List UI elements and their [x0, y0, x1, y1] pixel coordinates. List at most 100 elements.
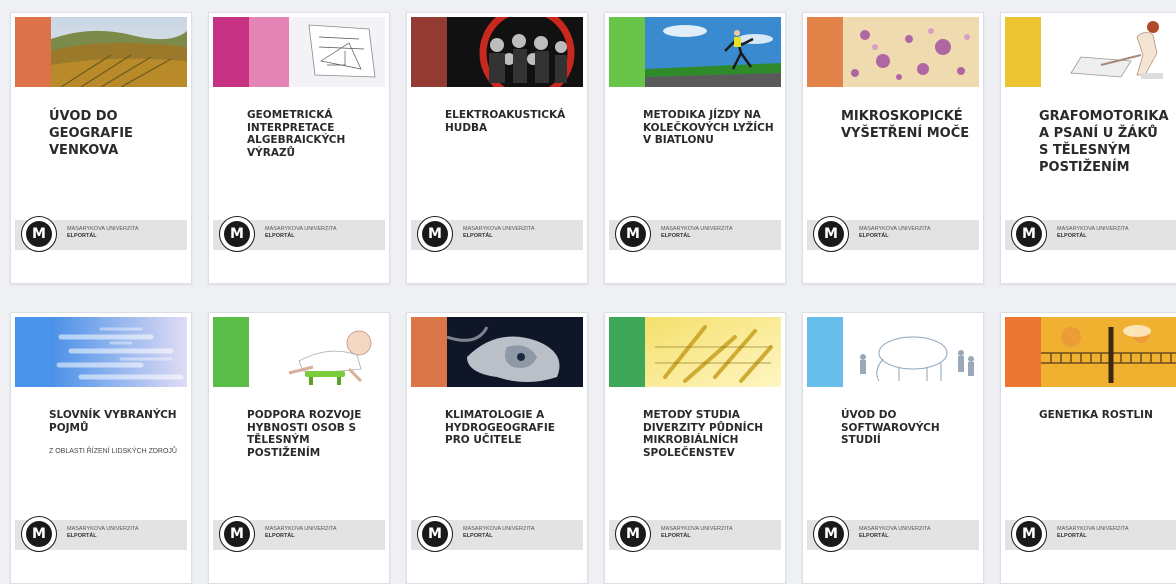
publication-card[interactable]: Metodika jízdy na kolečkových lyžích v b… [604, 12, 786, 284]
cover-color-stripe [807, 317, 843, 387]
university-name: Masarykova univerzita [1057, 526, 1129, 532]
cover-banner [609, 17, 781, 87]
university-name: Masarykova univerzita [1057, 226, 1129, 232]
university-logo: M [417, 516, 453, 552]
publication-title: Úvod do softwarových studií [841, 409, 940, 447]
cover-image [447, 317, 583, 387]
university-logo: M [813, 516, 849, 552]
university-name: Masarykova univerzita [661, 526, 733, 532]
cover-image [51, 17, 187, 87]
university-name: Masarykova univerzita [463, 226, 535, 232]
university-logo: M [615, 516, 651, 552]
cover-banner [1005, 317, 1176, 387]
cover-banner [807, 317, 979, 387]
university-logo: M [21, 516, 57, 552]
logo-glyph: M [422, 521, 448, 547]
cover-footer: M Masarykova univerzita Elportál [807, 516, 979, 552]
university-name: Masarykova univerzita [661, 226, 733, 232]
publisher-label: Masarykova univerzita Elportál [67, 526, 139, 541]
cover-image [51, 317, 187, 387]
publication-card[interactable]: Metody studia diverzity půdních mikrobiá… [604, 312, 786, 584]
cover-image [249, 17, 385, 87]
logo-glyph: M [818, 521, 844, 547]
university-name: Masarykova univerzita [265, 526, 337, 532]
publisher-label: Masarykova univerzita Elportál [1057, 226, 1129, 241]
cover-banner [213, 17, 385, 87]
cover-footer: M Masarykova univerzita Elportál [1005, 216, 1176, 252]
publication-title: Klimatologie a hydrogeografie pro učitel… [445, 409, 555, 447]
publication-card[interactable]: Genetika rostlin M Masarykova univerzita… [1000, 312, 1176, 584]
publication-title: Slovník vybraných pojmů [49, 409, 177, 434]
cover-color-stripe [213, 317, 249, 387]
cover-banner [807, 17, 979, 87]
cover-image [843, 17, 979, 87]
publication-title: Metodika jízdy na kolečkových lyžích v b… [643, 109, 774, 147]
cover-footer: M Masarykova univerzita Elportál [609, 216, 781, 252]
publication-title: Úvod do geografie venkova [49, 109, 133, 158]
cover-image [1041, 17, 1176, 87]
cover-banner [213, 317, 385, 387]
publication-title: Elektroakustická hudba [445, 109, 566, 134]
publication-card[interactable]: Slovník vybraných pojmů z oblasti řízení… [10, 312, 192, 584]
cover-image [645, 317, 781, 387]
portal-name: Elportál [1057, 233, 1087, 240]
university-logo: M [219, 216, 255, 252]
logo-glyph: M [818, 221, 844, 247]
publication-card[interactable]: Úvod do geografie venkova M Masarykova u… [10, 12, 192, 284]
publisher-label: Masarykova univerzita Elportál [1057, 526, 1129, 541]
university-logo: M [417, 216, 453, 252]
cover-banner [15, 317, 187, 387]
logo-glyph: M [26, 221, 52, 247]
cover-footer: M Masarykova univerzita Elportál [213, 516, 385, 552]
university-name: Masarykova univerzita [463, 526, 535, 532]
publisher-label: Masarykova univerzita Elportál [859, 526, 931, 541]
cover-footer: M Masarykova univerzita Elportál [213, 216, 385, 252]
portal-name: Elportál [265, 533, 295, 540]
logo-glyph: M [1016, 221, 1042, 247]
university-name: Masarykova univerzita [859, 226, 931, 232]
publication-card[interactable]: Grafomotorika a psaní u žáků s tělesným … [1000, 12, 1176, 284]
cover-image [645, 17, 781, 87]
cover-footer: M Masarykova univerzita Elportál [1005, 516, 1176, 552]
portal-name: Elportál [463, 233, 493, 240]
university-name: Masarykova univerzita [859, 526, 931, 532]
portal-name: Elportál [859, 233, 889, 240]
university-logo: M [615, 216, 651, 252]
publisher-label: Masarykova univerzita Elportál [265, 526, 337, 541]
publisher-label: Masarykova univerzita Elportál [661, 526, 733, 541]
portal-name: Elportál [1057, 533, 1087, 540]
publication-card[interactable]: Mikroskopické vyšetření moče M Masarykov… [802, 12, 984, 284]
publication-title: Podpora rozvoje hybnosti osob s tělesným… [247, 409, 362, 459]
university-logo: M [1011, 216, 1047, 252]
publication-subtitle: z oblasti řízení lidských zdrojů [49, 448, 177, 455]
publication-title: Genetika rostlin [1039, 409, 1153, 421]
university-logo: M [219, 516, 255, 552]
publisher-label: Masarykova univerzita Elportál [463, 226, 535, 241]
publication-card[interactable]: Klimatologie a hydrogeografie pro učitel… [406, 312, 588, 584]
publication-card[interactable]: Podpora rozvoje hybnosti osob s tělesným… [208, 312, 390, 584]
logo-glyph: M [1016, 521, 1042, 547]
university-logo: M [21, 216, 57, 252]
cover-image [249, 317, 385, 387]
publication-card[interactable]: Geometrická interpretace algebraických v… [208, 12, 390, 284]
cover-banner [1005, 17, 1176, 87]
publisher-label: Masarykova univerzita Elportál [67, 226, 139, 241]
publication-title: Mikroskopické vyšetření moče [841, 109, 970, 141]
cover-color-stripe [609, 317, 645, 387]
logo-glyph: M [422, 221, 448, 247]
cover-footer: M Masarykova univerzita Elportál [609, 516, 781, 552]
logo-glyph: M [620, 521, 646, 547]
university-name: Masarykova univerzita [265, 226, 337, 232]
cover-footer: M Masarykova univerzita Elportál [411, 516, 583, 552]
logo-glyph: M [224, 221, 250, 247]
publisher-label: Masarykova univerzita Elportál [859, 226, 931, 241]
publisher-label: Masarykova univerzita Elportál [661, 226, 733, 241]
publication-card[interactable]: Úvod do softwarových studií M Masarykova… [802, 312, 984, 584]
cover-color-stripe [807, 17, 843, 87]
cover-color-stripe [1005, 17, 1041, 87]
cover-banner [411, 317, 583, 387]
cover-footer: M Masarykova univerzita Elportál [807, 216, 979, 252]
publication-card[interactable]: Elektroakustická hudba M Masarykova univ… [406, 12, 588, 284]
cover-color-stripe [213, 17, 249, 87]
university-logo: M [813, 216, 849, 252]
